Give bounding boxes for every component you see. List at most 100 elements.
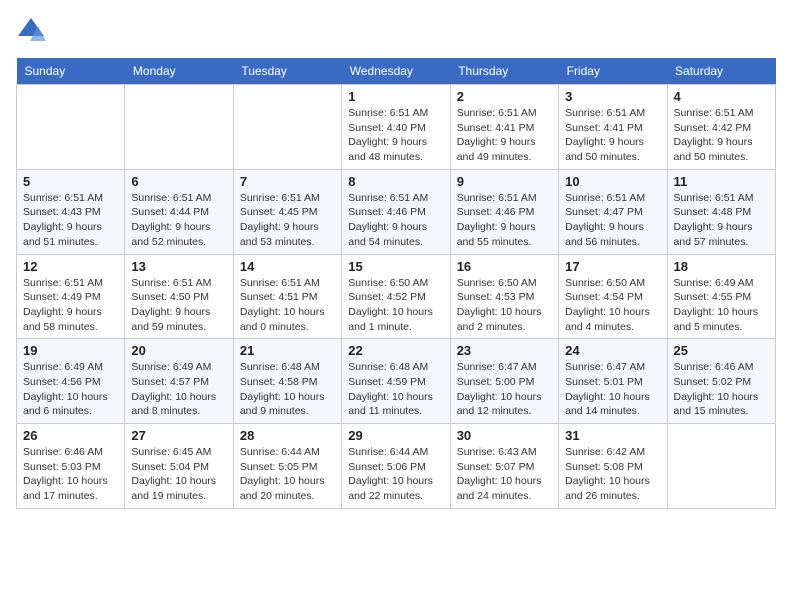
calendar-day-cell — [233, 85, 341, 170]
calendar-day-cell: 11 Sunrise: 6:51 AM Sunset: 4:48 PM Dayli… — [667, 169, 775, 254]
day-info: Sunrise: 6:44 AM Sunset: 5:05 PM Dayligh… — [240, 445, 335, 504]
calendar-day-cell: 4 Sunrise: 6:51 AM Sunset: 4:42 PM Daylig… — [667, 85, 775, 170]
day-info: Sunrise: 6:51 AM Sunset: 4:41 PM Dayligh… — [457, 106, 552, 165]
day-info: Sunrise: 6:49 AM Sunset: 4:57 PM Dayligh… — [131, 360, 226, 419]
day-number: 15 — [348, 259, 443, 274]
day-number: 31 — [565, 428, 660, 443]
calendar-day-cell: 31 Sunrise: 6:42 AM Sunset: 5:08 PM Dayli… — [559, 424, 667, 509]
day-number: 30 — [457, 428, 552, 443]
calendar-day-cell: 17Sunrise: 6:50 AM Sunset: 4:54 PM Dayli… — [559, 254, 667, 339]
day-number: 2 — [457, 89, 552, 104]
day-info: Sunrise: 6:49 AM Sunset: 4:55 PM Dayligh… — [674, 276, 769, 335]
day-number: 23 — [457, 343, 552, 358]
day-info: Sunrise: 6:51 AM Sunset: 4:44 PM Dayligh… — [131, 191, 226, 250]
day-number: 20 — [131, 343, 226, 358]
day-info: Sunrise: 6:46 AM Sunset: 5:03 PM Dayligh… — [23, 445, 118, 504]
calendar-day-cell: 16 Sunrise: 6:50 AM Sunset: 4:53 PM Dayli… — [450, 254, 558, 339]
day-of-week-header: Wednesday — [342, 58, 450, 85]
day-number: 28 — [240, 428, 335, 443]
calendar-day-cell: 9 Sunrise: 6:51 AM Sunset: 4:46 PM Daylig… — [450, 169, 558, 254]
calendar-day-cell: 2 Sunrise: 6:51 AM Sunset: 4:41 PM Daylig… — [450, 85, 558, 170]
calendar-day-cell: 24 Sunrise: 6:47 AM Sunset: 5:01 PM Dayli… — [559, 339, 667, 424]
day-info: Sunrise: 6:50 AM Sunset: 4:53 PM Dayligh… — [457, 276, 552, 335]
day-info: Sunrise: 6:51 AM Sunset: 4:46 PM Dayligh… — [457, 191, 552, 250]
calendar-day-cell: 15 Sunrise: 6:50 AM Sunset: 4:52 PM Dayli… — [342, 254, 450, 339]
calendar-day-cell: 3 Sunrise: 6:51 AM Sunset: 4:41 PM Daylig… — [559, 85, 667, 170]
calendar-week-row: 26 Sunrise: 6:46 AM Sunset: 5:03 PM Dayli… — [17, 424, 776, 509]
calendar-week-row: 19 Sunrise: 6:49 AM Sunset: 4:56 PM Dayli… — [17, 339, 776, 424]
calendar-day-cell: 13 Sunrise: 6:51 AM Sunset: 4:50 PM Dayli… — [125, 254, 233, 339]
day-info: Sunrise: 6:48 AM Sunset: 4:58 PM Dayligh… — [240, 360, 335, 419]
page-header — [16, 16, 776, 46]
day-info: Sunrise: 6:51 AM Sunset: 4:43 PM Dayligh… — [23, 191, 118, 250]
day-info: Sunrise: 6:51 AM Sunset: 4:51 PM Dayligh… — [240, 276, 335, 335]
calendar-day-cell: 23Sunrise: 6:47 AM Sunset: 5:00 PM Dayli… — [450, 339, 558, 424]
calendar-day-cell: 1Sunrise: 6:51 AM Sunset: 4:40 PM Daylig… — [342, 85, 450, 170]
day-info: Sunrise: 6:42 AM Sunset: 5:08 PM Dayligh… — [565, 445, 660, 504]
day-number: 27 — [131, 428, 226, 443]
calendar-day-cell: 7Sunrise: 6:51 AM Sunset: 4:45 PM Daylig… — [233, 169, 341, 254]
day-number: 4 — [674, 89, 769, 104]
day-number: 12 — [23, 259, 118, 274]
day-info: Sunrise: 6:50 AM Sunset: 4:52 PM Dayligh… — [348, 276, 443, 335]
calendar-day-cell: 14 Sunrise: 6:51 AM Sunset: 4:51 PM Dayli… — [233, 254, 341, 339]
day-number: 19 — [23, 343, 118, 358]
calendar-day-cell: 26 Sunrise: 6:46 AM Sunset: 5:03 PM Dayli… — [17, 424, 125, 509]
calendar-day-cell: 27 Sunrise: 6:45 AM Sunset: 5:04 PM Dayli… — [125, 424, 233, 509]
calendar-day-cell: 12 Sunrise: 6:51 AM Sunset: 4:49 PM Dayli… — [17, 254, 125, 339]
day-info: Sunrise: 6:51 AM Sunset: 4:49 PM Dayligh… — [23, 276, 118, 335]
day-info: Sunrise: 6:49 AM Sunset: 4:56 PM Dayligh… — [23, 360, 118, 419]
calendar-day-cell: 29 Sunrise: 6:44 AM Sunset: 5:06 PM Dayli… — [342, 424, 450, 509]
calendar-week-row: 5 Sunrise: 6:51 AM Sunset: 4:43 PM Daylig… — [17, 169, 776, 254]
day-info: Sunrise: 6:48 AM Sunset: 4:59 PM Dayligh… — [348, 360, 443, 419]
day-of-week-header: Saturday — [667, 58, 775, 85]
day-info: Sunrise: 6:51 AM Sunset: 4:40 PM Dayligh… — [348, 106, 443, 165]
day-info: Sunrise: 6:43 AM Sunset: 5:07 PM Dayligh… — [457, 445, 552, 504]
day-number: 5 — [23, 174, 118, 189]
calendar-day-cell — [17, 85, 125, 170]
day-number: 14 — [240, 259, 335, 274]
day-info: Sunrise: 6:51 AM Sunset: 4:42 PM Dayligh… — [674, 106, 769, 165]
day-number: 17 — [565, 259, 660, 274]
day-of-week-header: Monday — [125, 58, 233, 85]
day-info: Sunrise: 6:44 AM Sunset: 5:06 PM Dayligh… — [348, 445, 443, 504]
day-info: Sunrise: 6:51 AM Sunset: 4:41 PM Dayligh… — [565, 106, 660, 165]
day-number: 3 — [565, 89, 660, 104]
day-info: Sunrise: 6:51 AM Sunset: 4:46 PM Dayligh… — [348, 191, 443, 250]
day-info: Sunrise: 6:51 AM Sunset: 4:48 PM Dayligh… — [674, 191, 769, 250]
day-number: 8 — [348, 174, 443, 189]
day-number: 25 — [674, 343, 769, 358]
logo — [16, 16, 50, 46]
calendar-header-row: SundayMondayTuesdayWednesdayThursdayFrid… — [17, 58, 776, 85]
day-number: 24 — [565, 343, 660, 358]
day-number: 22 — [348, 343, 443, 358]
day-info: Sunrise: 6:51 AM Sunset: 4:47 PM Dayligh… — [565, 191, 660, 250]
calendar-day-cell: 10Sunrise: 6:51 AM Sunset: 4:47 PM Dayli… — [559, 169, 667, 254]
day-number: 29 — [348, 428, 443, 443]
day-of-week-header: Sunday — [17, 58, 125, 85]
day-number: 6 — [131, 174, 226, 189]
day-info: Sunrise: 6:45 AM Sunset: 5:04 PM Dayligh… — [131, 445, 226, 504]
day-number: 13 — [131, 259, 226, 274]
calendar-day-cell: 22 Sunrise: 6:48 AM Sunset: 4:59 PM Dayli… — [342, 339, 450, 424]
day-number: 11 — [674, 174, 769, 189]
calendar-day-cell: 18 Sunrise: 6:49 AM Sunset: 4:55 PM Dayli… — [667, 254, 775, 339]
day-number: 18 — [674, 259, 769, 274]
calendar-day-cell: 28 Sunrise: 6:44 AM Sunset: 5:05 PM Dayli… — [233, 424, 341, 509]
day-of-week-header: Friday — [559, 58, 667, 85]
calendar-week-row: 12 Sunrise: 6:51 AM Sunset: 4:49 PM Dayli… — [17, 254, 776, 339]
day-number: 9 — [457, 174, 552, 189]
calendar-day-cell: 25Sunrise: 6:46 AM Sunset: 5:02 PM Dayli… — [667, 339, 775, 424]
day-of-week-header: Thursday — [450, 58, 558, 85]
day-number: 16 — [457, 259, 552, 274]
calendar-week-row: 1Sunrise: 6:51 AM Sunset: 4:40 PM Daylig… — [17, 85, 776, 170]
day-of-week-header: Tuesday — [233, 58, 341, 85]
calendar-day-cell: 5 Sunrise: 6:51 AM Sunset: 4:43 PM Daylig… — [17, 169, 125, 254]
day-number: 26 — [23, 428, 118, 443]
day-info: Sunrise: 6:47 AM Sunset: 5:01 PM Dayligh… — [565, 360, 660, 419]
calendar: SundayMondayTuesdayWednesdayThursdayFrid… — [16, 58, 776, 509]
calendar-day-cell: 21Sunrise: 6:48 AM Sunset: 4:58 PM Dayli… — [233, 339, 341, 424]
calendar-day-cell: 6 Sunrise: 6:51 AM Sunset: 4:44 PM Daylig… — [125, 169, 233, 254]
calendar-day-cell — [125, 85, 233, 170]
day-info: Sunrise: 6:51 AM Sunset: 4:50 PM Dayligh… — [131, 276, 226, 335]
